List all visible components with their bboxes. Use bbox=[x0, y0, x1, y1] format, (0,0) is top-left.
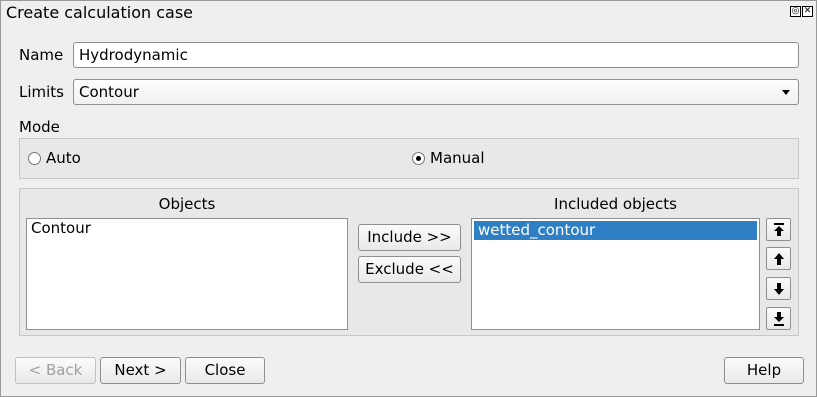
next-button[interactable]: Next > bbox=[100, 357, 181, 384]
move-top-button[interactable] bbox=[766, 218, 791, 241]
radio-manual-label: Manual bbox=[430, 149, 485, 167]
move-up-button[interactable] bbox=[766, 247, 791, 270]
objects-list[interactable]: Contour bbox=[26, 218, 348, 330]
move-down-button[interactable] bbox=[766, 277, 791, 300]
radio-auto[interactable]: Auto bbox=[28, 149, 81, 167]
limits-value: Contour bbox=[79, 83, 139, 101]
included-objects-list[interactable]: wetted_contour bbox=[471, 218, 760, 330]
title-bar: Create calculation case ◎ ✕ bbox=[1, 1, 816, 25]
list-item-selected[interactable]: wetted_contour bbox=[474, 221, 757, 240]
radio-manual-circle[interactable] bbox=[412, 151, 425, 165]
radio-auto-circle[interactable] bbox=[28, 151, 41, 165]
back-button[interactable]: < Back bbox=[15, 357, 96, 384]
included-objects-header: Included objects bbox=[554, 195, 677, 213]
close-button[interactable]: Close bbox=[185, 357, 265, 384]
mode-label: Mode bbox=[19, 118, 60, 136]
radio-auto-label: Auto bbox=[46, 149, 81, 167]
mode-group bbox=[19, 138, 799, 179]
close-icon[interactable]: ✕ bbox=[802, 6, 813, 17]
move-top-icon bbox=[774, 223, 784, 236]
move-up-icon bbox=[774, 253, 784, 265]
exclude-button[interactable]: Exclude << bbox=[358, 256, 461, 283]
list-item[interactable]: Contour bbox=[27, 219, 347, 238]
include-button[interactable]: Include >> bbox=[358, 224, 461, 251]
radio-manual[interactable]: Manual bbox=[412, 149, 485, 167]
chevron-down-icon bbox=[782, 90, 790, 95]
window-title: Create calculation case bbox=[6, 3, 193, 22]
limits-combo[interactable]: Contour bbox=[73, 79, 799, 105]
create-calculation-case-dialog: Create calculation case ◎ ✕ Name Hydrody… bbox=[0, 0, 817, 397]
limits-label: Limits bbox=[19, 83, 64, 101]
name-label: Name bbox=[19, 46, 64, 64]
float-icon[interactable]: ◎ bbox=[790, 6, 801, 17]
name-input[interactable]: Hydrodynamic bbox=[73, 42, 799, 68]
help-button[interactable]: Help bbox=[724, 357, 804, 384]
title-bar-buttons: ◎ ✕ bbox=[790, 6, 813, 17]
move-bottom-icon bbox=[774, 312, 784, 326]
objects-header: Objects bbox=[158, 195, 216, 213]
move-down-icon bbox=[774, 283, 784, 295]
move-bottom-button[interactable] bbox=[766, 307, 791, 330]
